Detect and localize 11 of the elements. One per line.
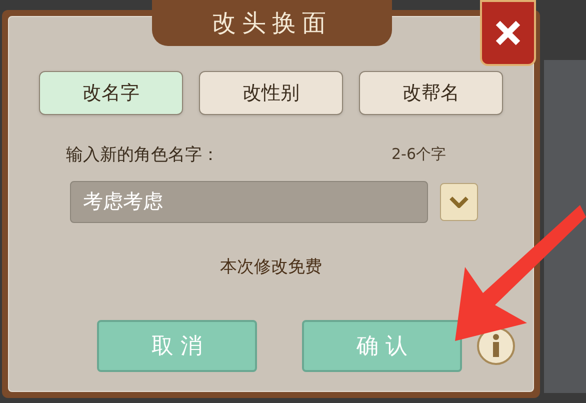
tab[interactable]: 改性别 xyxy=(199,71,343,115)
cost-note: 本次修改免费 xyxy=(220,256,322,278)
dialog-title: 改头换面 xyxy=(212,8,332,39)
close-icon xyxy=(494,19,522,47)
length-hint: 2-6个字 xyxy=(392,144,446,165)
tab[interactable]: 改名字 xyxy=(39,71,183,115)
field-label: 输入新的角色名字： xyxy=(66,144,219,167)
tab[interactable]: 改帮名 xyxy=(359,71,503,115)
close-button[interactable] xyxy=(480,0,536,66)
dropdown-button[interactable] xyxy=(440,182,478,220)
chevron-down-icon xyxy=(449,196,469,208)
